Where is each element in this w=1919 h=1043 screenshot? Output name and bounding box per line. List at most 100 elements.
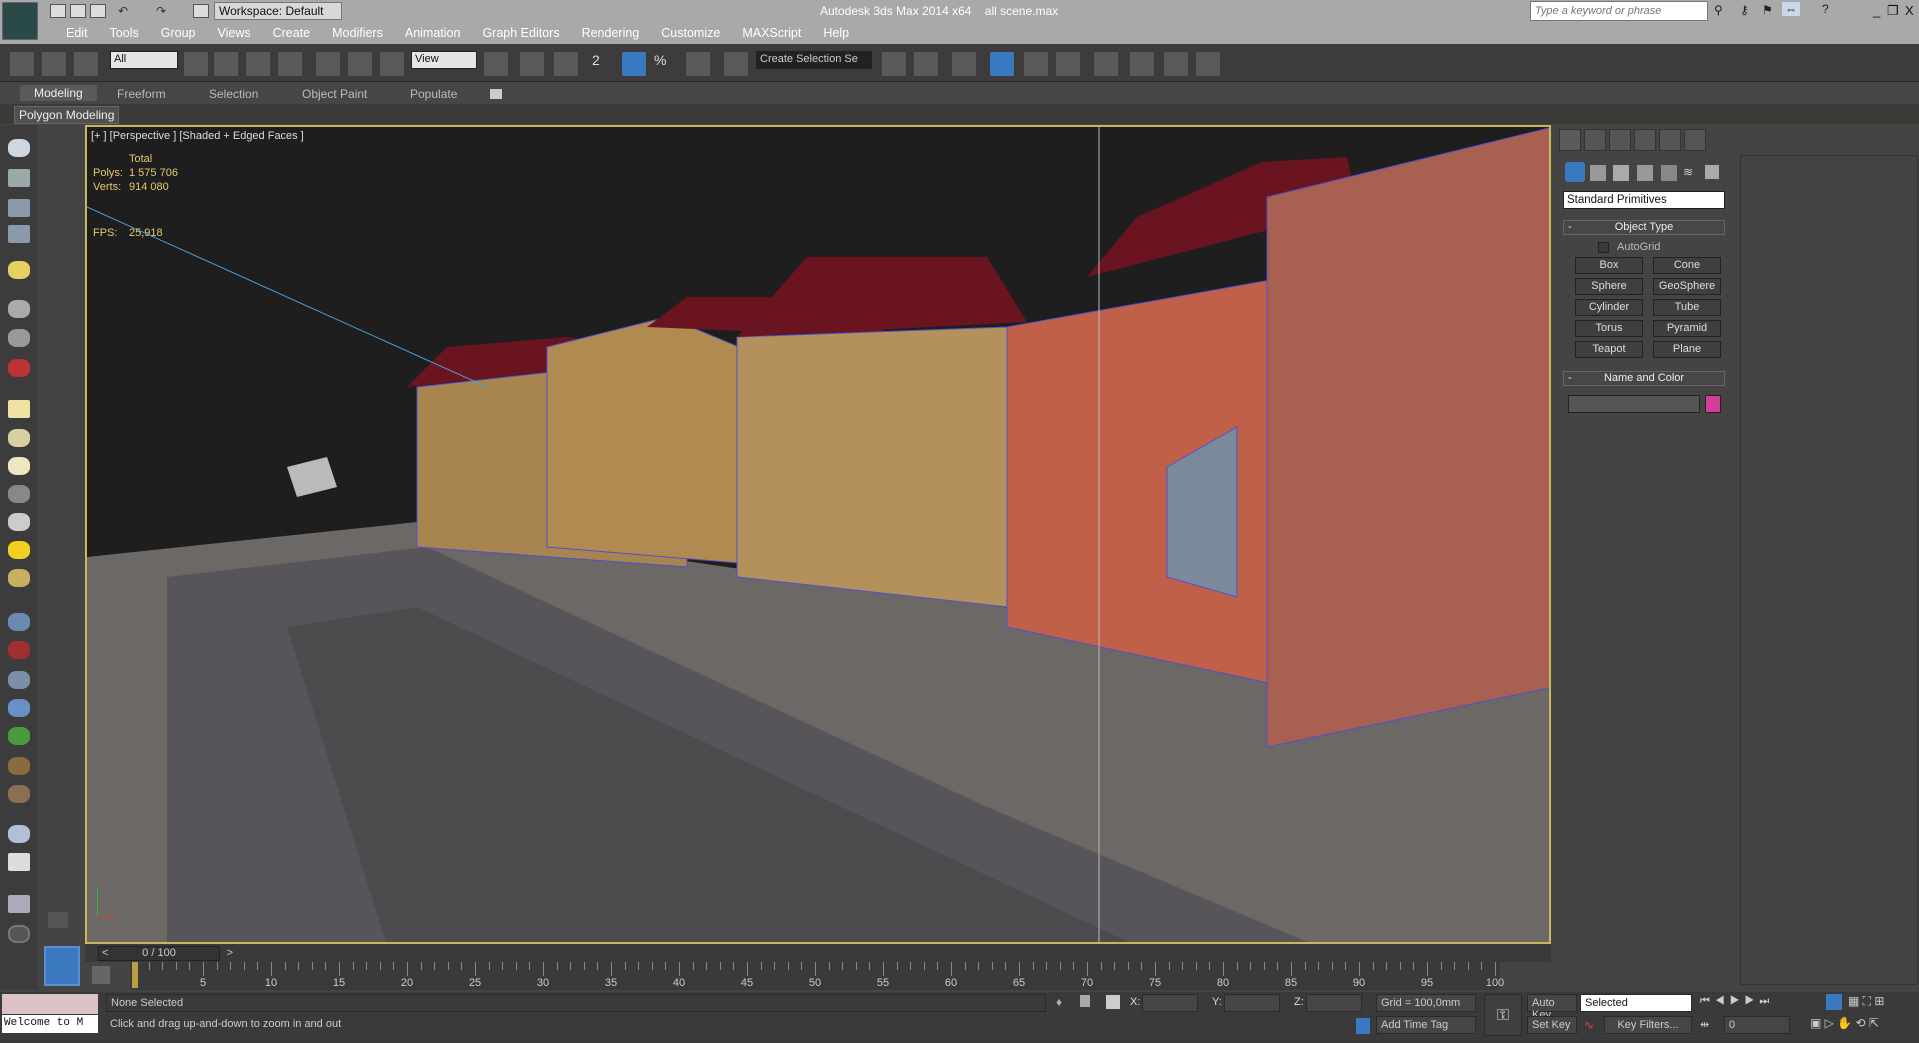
pivot-center-icon[interactable]	[484, 52, 508, 76]
new-file-icon[interactable]	[50, 4, 66, 18]
lights-icon[interactable]	[1613, 165, 1629, 181]
next-frame-button[interactable]: >	[227, 947, 233, 959]
project-folder-icon[interactable]	[193, 4, 209, 18]
camera-red-icon[interactable]	[8, 359, 30, 377]
object-type-rollout[interactable]: - Object Type	[1563, 220, 1725, 235]
edit-named-selection-icon[interactable]	[724, 52, 748, 76]
material-editor-icon[interactable]	[1094, 52, 1118, 76]
time-slider-track[interactable]	[85, 944, 1551, 962]
object-category-dropdown[interactable]: Standard Primitives	[1563, 191, 1725, 209]
search-input[interactable]: Type a keyword or phrase	[1530, 1, 1708, 21]
cylinder-button[interactable]: Cylinder	[1575, 299, 1643, 316]
menu-customize[interactable]: Customize	[650, 24, 731, 42]
auto-key-button[interactable]: Auto Key	[1527, 994, 1577, 1021]
geometry-icon[interactable]	[1565, 162, 1585, 182]
render-setup-icon[interactable]	[1130, 52, 1154, 76]
display-tab-icon[interactable]	[1659, 129, 1681, 151]
space-warps-icon[interactable]: ≋	[1683, 165, 1693, 179]
spinner-snap-icon[interactable]	[686, 52, 710, 76]
cameras-icon[interactable]	[1637, 165, 1653, 181]
tab-selection[interactable]: Selection	[209, 87, 258, 101]
schematic-view-icon[interactable]	[1056, 52, 1080, 76]
grass-icon[interactable]	[8, 727, 30, 745]
binoculars-icon[interactable]: ⚲	[1714, 3, 1723, 17]
helpers-icon[interactable]	[1661, 165, 1677, 181]
modify-tab-icon[interactable]	[1584, 129, 1606, 151]
tab-modeling[interactable]: Modeling	[20, 85, 97, 101]
rectangle-selection-icon[interactable]	[246, 52, 270, 76]
timeline-track[interactable]: 0510152025303540455055606570758085909510…	[130, 962, 1504, 990]
reference-coordinate-dropdown[interactable]: View	[411, 51, 477, 69]
cone-icon[interactable]	[8, 513, 30, 531]
menu-graph-editors[interactable]: Graph Editors	[471, 24, 570, 42]
menu-modifiers[interactable]: Modifiers	[321, 24, 394, 42]
menu-edit[interactable]: Edit	[55, 24, 99, 42]
snaps-toggle-icon[interactable]: 2	[592, 52, 616, 76]
molecule-icon[interactable]	[8, 641, 30, 659]
dome-icon[interactable]	[8, 429, 30, 447]
render-production-icon[interactable]	[1196, 52, 1220, 76]
time-tag-icon[interactable]	[1356, 1018, 1370, 1034]
viewport-scene[interactable]	[87, 127, 1551, 944]
bind-space-warp-icon[interactable]	[74, 52, 98, 76]
torus-button[interactable]: Torus	[1575, 320, 1643, 337]
menu-rendering[interactable]: Rendering	[571, 24, 651, 42]
key-mode-dropdown[interactable]: Selected	[1580, 994, 1692, 1012]
cloth-icon[interactable]	[8, 785, 30, 803]
object-color-swatch[interactable]	[1705, 395, 1721, 413]
viewport-layout-button[interactable]	[44, 946, 80, 986]
menu-animation[interactable]: Animation	[394, 24, 472, 42]
viewport-nav-icons[interactable]: ▦ ⛶ ⊞	[1848, 994, 1912, 1010]
menu-group[interactable]: Group	[150, 24, 207, 42]
shapes-icon[interactable]	[1590, 165, 1606, 181]
plane-button[interactable]: Plane	[1653, 341, 1721, 358]
polygon-modeling-panel[interactable]: Polygon Modeling	[14, 106, 120, 124]
import-icon[interactable]	[8, 895, 30, 913]
close-button[interactable]: X	[1905, 3, 1914, 18]
app-menu-button[interactable]	[2, 2, 38, 40]
current-frame-input[interactable]: 0	[1724, 1016, 1790, 1034]
menu-tools[interactable]: Tools	[99, 24, 150, 42]
render-window-icon[interactable]	[8, 169, 30, 187]
name-and-color-rollout[interactable]: - Name and Color	[1563, 371, 1725, 386]
viewport-label[interactable]: [+ ] [Perspective ] [Shaded + Edged Face…	[91, 130, 304, 142]
grid-table-icon[interactable]	[8, 225, 30, 243]
tab-freeform[interactable]: Freeform	[117, 87, 166, 101]
wire-teapot-icon[interactable]	[8, 485, 30, 503]
maxscript-listener[interactable]	[2, 994, 98, 1014]
restore-button[interactable]: ❐	[1887, 3, 1899, 19]
ribbon-options-icon[interactable]	[490, 89, 502, 99]
satellite-icon[interactable]: ⚑	[1762, 3, 1773, 17]
tube-button[interactable]: Tube	[1653, 299, 1721, 316]
mini-curve-editor-icon[interactable]	[92, 966, 110, 984]
unlink-icon[interactable]	[42, 52, 66, 76]
box-button[interactable]: Box	[1575, 257, 1643, 274]
teapot-button[interactable]: Teapot	[1575, 341, 1643, 358]
move-icon[interactable]	[316, 52, 340, 76]
particle-grid-icon[interactable]	[8, 613, 30, 631]
rotate-icon[interactable]	[348, 52, 372, 76]
cone-button[interactable]: Cone	[1653, 257, 1721, 274]
help-circle-icon[interactable]	[8, 925, 30, 943]
list-icon[interactable]	[8, 199, 30, 217]
select-object-icon[interactable]	[184, 52, 208, 76]
pyramid-button[interactable]: Pyramid	[1653, 320, 1721, 337]
set-key-button[interactable]: Set Key	[1527, 1016, 1577, 1034]
batch-render-icon[interactable]	[8, 853, 30, 871]
key-filters-button[interactable]: Key Filters...	[1604, 1016, 1692, 1034]
window-crossing-icon[interactable]	[278, 52, 302, 76]
scene-explorer-icon[interactable]	[990, 52, 1014, 76]
z-coordinate-input[interactable]	[1306, 994, 1362, 1012]
link-icon[interactable]	[10, 52, 34, 76]
lock-icon[interactable]	[1080, 995, 1090, 1007]
curve-editor-icon[interactable]	[1024, 52, 1048, 76]
exchange-icon[interactable]: ⇔	[1782, 2, 1800, 16]
current-frame-marker[interactable]	[132, 962, 138, 988]
align-icon[interactable]	[914, 52, 938, 76]
absolute-mode-icon[interactable]	[1106, 995, 1120, 1009]
key-icon[interactable]: ⚷	[1740, 3, 1749, 17]
viewport-nav-icons-2[interactable]: ▣ ▷ ✋ ⟲ ⇱	[1810, 1016, 1914, 1032]
camera-target-icon[interactable]	[8, 329, 30, 347]
sun-icon[interactable]	[8, 541, 30, 559]
mirror-icon[interactable]	[882, 52, 906, 76]
